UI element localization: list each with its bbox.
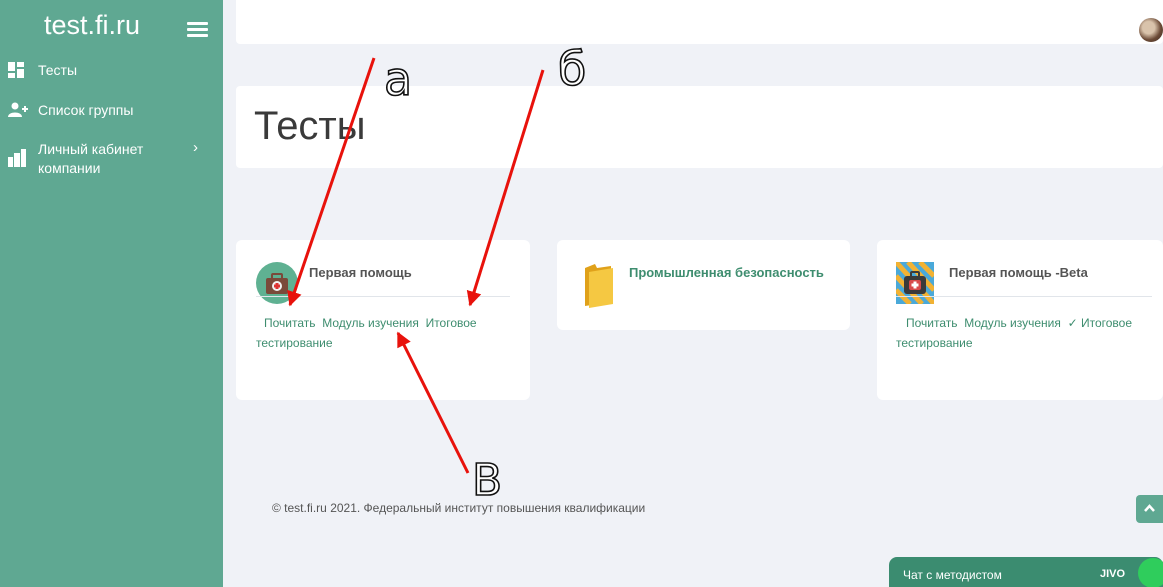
sidebar-item-label: Личный кабинет — [38, 141, 144, 157]
page-header: Тесты — [236, 86, 1163, 168]
company-icon — [8, 149, 26, 167]
divider — [256, 296, 510, 297]
read-link[interactable]: Почитать — [264, 316, 316, 330]
scroll-top-button[interactable] — [1136, 495, 1163, 523]
add-user-icon — [8, 102, 28, 117]
sidebar: test.fi.ru Тесты Список группы Личный ка… — [0, 0, 223, 587]
chevron-up-icon — [1144, 504, 1155, 512]
sidebar-item-label: Тесты — [38, 62, 78, 78]
folder-icon — [585, 264, 613, 308]
course-title[interactable]: Первая помощь — [309, 265, 412, 280]
course-card-industrial-safety: Промышленная безопасность — [557, 240, 850, 330]
chat-brand: JIVO — [1100, 568, 1126, 580]
user-avatar[interactable] — [1139, 18, 1163, 42]
topbar — [236, 0, 1163, 44]
first-aid-kit-icon — [896, 262, 934, 304]
course-card-first-aid-beta: Первая помощь -Beta Почитать Модуль изуч… — [877, 240, 1163, 400]
check-icon: ✓ — [1067, 316, 1078, 330]
read-link[interactable]: Почитать — [906, 316, 958, 330]
footer-copyright: © test.fi.ru 2021. Федеральный институт … — [272, 501, 646, 515]
annotation-letter-v: В — [472, 455, 502, 506]
chat-label: Чат с методистом — [903, 568, 1002, 582]
course-title[interactable]: Промышленная безопасность — [629, 265, 824, 280]
course-links: Почитать Модуль изучения ✓ Итоговое тест… — [896, 313, 1163, 353]
sidebar-item-label: Список группы — [38, 102, 134, 118]
course-links: Почитать Модуль изучения Итоговое тестир… — [256, 313, 526, 353]
chat-status-indicator — [1138, 558, 1163, 587]
brand-logo[interactable]: test.fi.ru — [44, 10, 140, 41]
dashboard-icon — [8, 62, 24, 78]
sidebar-item-label-line2: компании — [38, 160, 101, 176]
chat-widget[interactable]: Чат с методистом JIVO — [889, 557, 1163, 587]
menu-toggle-icon[interactable] — [187, 22, 208, 37]
study-module-link[interactable]: Модуль изучения — [964, 316, 1061, 330]
divider — [896, 296, 1152, 297]
course-title[interactable]: Первая помощь -Beta — [949, 265, 1088, 280]
chevron-right-icon: › — [193, 139, 198, 156]
first-aid-kit-icon — [256, 262, 298, 304]
study-module-link[interactable]: Модуль изучения — [322, 316, 419, 330]
page-title: Тесты — [254, 104, 366, 148]
course-card-first-aid: Первая помощь Почитать Модуль изучения И… — [236, 240, 530, 400]
